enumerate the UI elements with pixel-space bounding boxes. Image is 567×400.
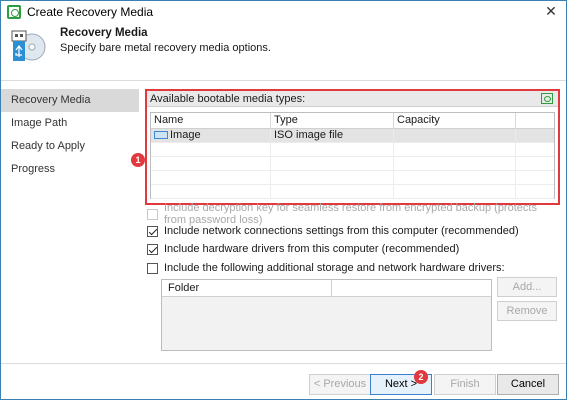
table-row-empty xyxy=(151,143,554,157)
media-name: Image xyxy=(170,129,201,141)
page-title: Recovery Media xyxy=(60,27,148,39)
title-bar: Create Recovery Media ✕ xyxy=(1,1,566,23)
wizard-steps-sidebar: Recovery Media Image Path Ready to Apply… xyxy=(1,89,139,357)
usb-disc-icon xyxy=(11,30,46,61)
cell-capacity xyxy=(394,129,516,142)
main-content: Available bootable media types: Name Typ… xyxy=(145,89,560,359)
window-title: Create Recovery Media xyxy=(27,5,154,19)
cell-name: Image xyxy=(151,129,271,142)
hardware-drivers-label: Include hardware drivers from this compu… xyxy=(164,243,460,255)
annotation-badge-1: 1 xyxy=(131,153,145,167)
option-hardware-drivers: Include hardware drivers from this compu… xyxy=(147,242,459,256)
page-subtitle: Specify bare metal recovery media option… xyxy=(60,42,271,54)
annotation-badge-2: 2 xyxy=(414,370,428,384)
hardware-drivers-checkbox[interactable] xyxy=(147,243,158,255)
add-button[interactable]: Add... xyxy=(497,277,557,297)
table-row-empty xyxy=(151,185,554,199)
close-icon[interactable]: ✕ xyxy=(542,2,560,20)
option-decryption-key: Include decryption key for seamless rest… xyxy=(147,202,560,226)
image-file-icon xyxy=(154,131,168,140)
column-header-name[interactable]: Name xyxy=(151,113,271,128)
column-header-capacity[interactable]: Capacity xyxy=(394,113,516,128)
table-row-empty xyxy=(151,157,554,171)
additional-drivers-checkbox[interactable] xyxy=(147,262,158,274)
media-types-label: Available bootable media types: xyxy=(150,93,306,105)
column-header-folder[interactable]: Folder xyxy=(162,280,332,296)
column-header-empty xyxy=(516,113,554,128)
sidebar-item-ready-to-apply[interactable]: Ready to Apply xyxy=(1,135,139,158)
sidebar-item-recovery-media[interactable]: Recovery Media xyxy=(1,89,139,112)
cell-type: ISO image file xyxy=(271,129,394,142)
table-row-empty xyxy=(151,171,554,185)
driver-folders-table: Folder xyxy=(161,279,492,351)
remove-button[interactable]: Remove xyxy=(497,301,557,321)
column-header-type[interactable]: Type xyxy=(271,113,394,128)
decryption-key-checkbox[interactable] xyxy=(147,208,158,220)
veeam-app-icon xyxy=(7,5,21,19)
network-settings-checkbox[interactable] xyxy=(147,225,158,237)
decryption-key-label: Include decryption key for seamless rest… xyxy=(164,202,537,226)
table-header: Name Type Capacity xyxy=(151,113,554,129)
option-additional-drivers: Include the following additional storage… xyxy=(147,261,505,275)
media-types-table: Name Type Capacity Image ISO image file xyxy=(150,112,555,199)
finish-button[interactable]: Finish xyxy=(434,374,496,395)
folder-table-header: Folder xyxy=(162,280,491,297)
media-label-bar: Available bootable media types: xyxy=(147,91,558,107)
wizard-footer: < Previous Next > Finish Cancel xyxy=(1,363,566,399)
bootable-media-panel: Available bootable media types: Name Typ… xyxy=(145,89,560,205)
cell-empty xyxy=(516,129,554,142)
cancel-button[interactable]: Cancel xyxy=(497,374,559,395)
refresh-icon[interactable] xyxy=(541,93,553,104)
column-header-empty xyxy=(332,280,338,296)
option-network-settings: Include network connections settings fro… xyxy=(147,224,519,238)
previous-button[interactable]: < Previous xyxy=(309,374,371,395)
sidebar-item-progress[interactable]: Progress xyxy=(1,158,139,181)
network-settings-label: Include network connections settings fro… xyxy=(164,225,519,237)
table-row[interactable]: Image ISO image file xyxy=(151,129,554,143)
wizard-header: Recovery Media Specify bare metal recove… xyxy=(1,23,566,81)
create-recovery-media-window: Create Recovery Media ✕ Recovery Media S… xyxy=(0,0,567,400)
additional-drivers-label: Include the following additional storage… xyxy=(164,262,505,274)
sidebar-item-image-path[interactable]: Image Path xyxy=(1,112,139,135)
